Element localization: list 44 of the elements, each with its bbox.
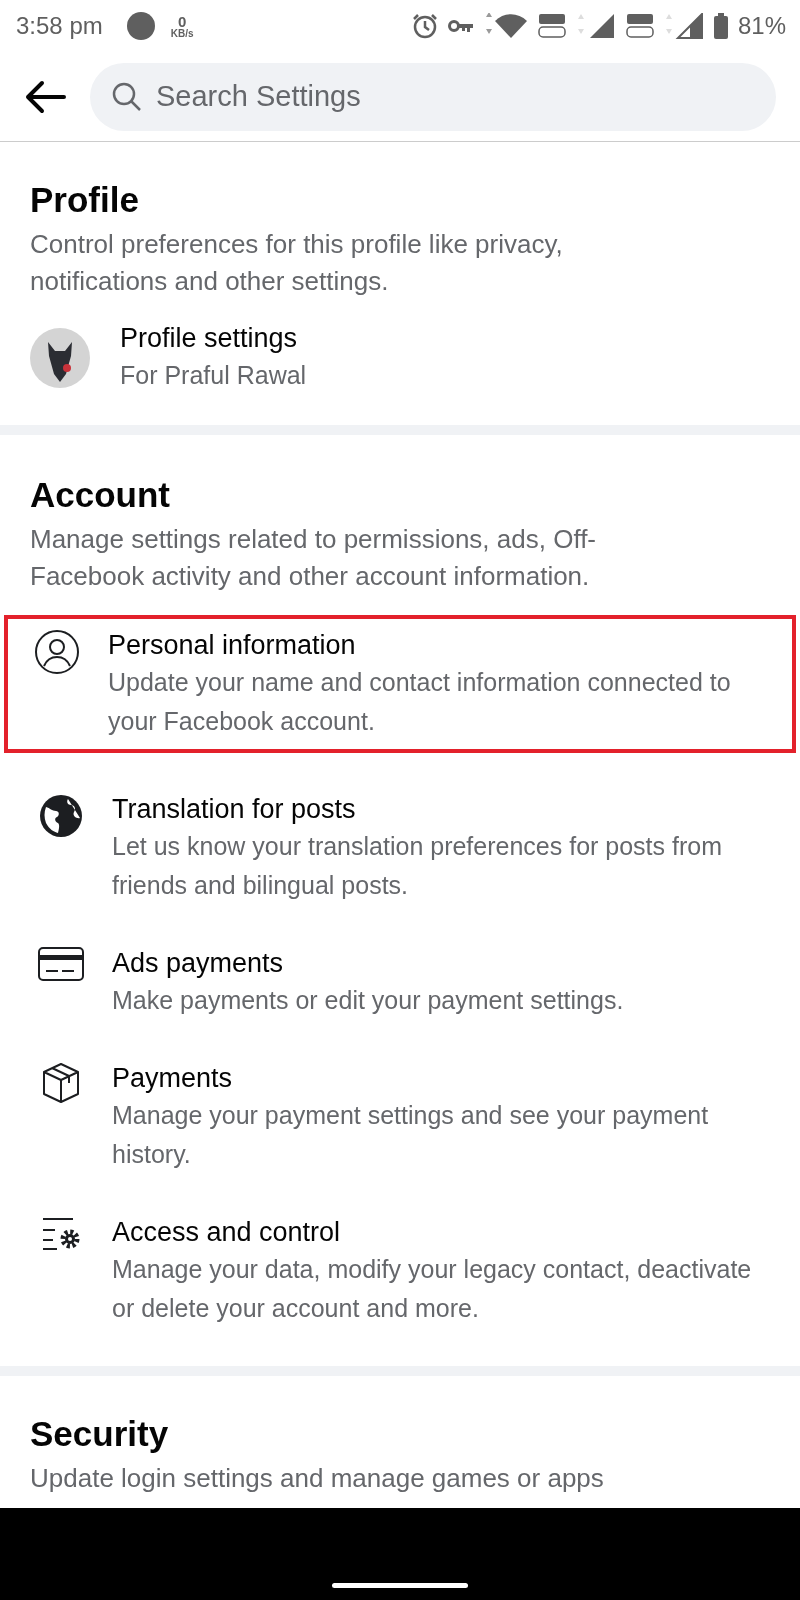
avatar	[30, 327, 90, 388]
key-icon	[447, 19, 474, 33]
signal-icon	[575, 13, 616, 39]
lte-icon	[625, 13, 654, 39]
network-speed-unit: KB/s	[170, 28, 194, 39]
item-title: Personal information	[108, 629, 357, 662]
settings-item[interactable]: Translation for posts Let us know your translation preferences for posts from friends and bilingual posts.	[4, 779, 796, 917]
item-title: Access and control	[112, 1216, 342, 1249]
highlighted-settings-item[interactable]: Personal information Update your name and contact information connected to your Facebook account.	[4, 615, 796, 753]
credit-card-icon	[38, 947, 84, 981]
search-field[interactable]: Search Settings	[90, 62, 776, 131]
settings-item[interactable]: Access and control Manage your data, modify your legacy contact, deactivate or delete your account and more.	[4, 1202, 796, 1340]
globe-icon	[38, 793, 84, 839]
settings-item[interactable]: Ads payments Make payments or edit your payment settings.	[4, 933, 796, 1032]
back-button[interactable]	[24, 79, 66, 114]
box-icon	[41, 1062, 81, 1104]
battery-icon	[713, 13, 728, 39]
item-subtitle: Update your name and contact information connected to your Facebook account.	[108, 667, 732, 737]
battery-percent: 81%	[737, 12, 786, 40]
alarm-icon	[411, 13, 438, 39]
item-title: Payments	[112, 1062, 234, 1095]
section-title: Profile	[30, 180, 140, 220]
lte-icon	[537, 13, 566, 39]
item-subtitle: Manage your payment settings and see your payment history.	[112, 1100, 710, 1170]
item-subtitle: For Praful Rawal	[120, 360, 307, 391]
section-description: Control preferences for this profile like privacy, notifications and other settings.	[30, 228, 564, 298]
section-title: Account	[30, 475, 171, 515]
wifi-icon	[483, 13, 528, 39]
section-description: Manage settings related to permissions, ads, Off-Facebook activity and other account information.	[30, 523, 598, 593]
item-title: Translation for posts	[112, 793, 357, 826]
search-icon	[112, 81, 142, 112]
notification-dot-icon	[126, 12, 155, 40]
signal-icon	[663, 13, 704, 39]
item-title[interactable]: Profile settings	[120, 320, 307, 356]
person-icon	[34, 629, 80, 675]
settings-item[interactable]: Payments Manage your payment settings and see your payment history.	[4, 1048, 796, 1186]
network-speed-value: 0	[177, 13, 187, 29]
status-time: 3:58 pm	[16, 12, 103, 40]
item-title: Ads payments	[112, 947, 285, 980]
section-description: Update login settings and manage games or apps	[30, 1462, 605, 1495]
item-subtitle: Let us know your translation preferences for posts from friends and bilingual posts.	[112, 831, 723, 901]
item-subtitle: Manage your data, modify your legacy contact, deactivate or delete your account and more.	[112, 1254, 753, 1324]
section-title: Security	[30, 1414, 170, 1454]
item-subtitle: Make payments or edit your payment settings.	[112, 985, 624, 1016]
